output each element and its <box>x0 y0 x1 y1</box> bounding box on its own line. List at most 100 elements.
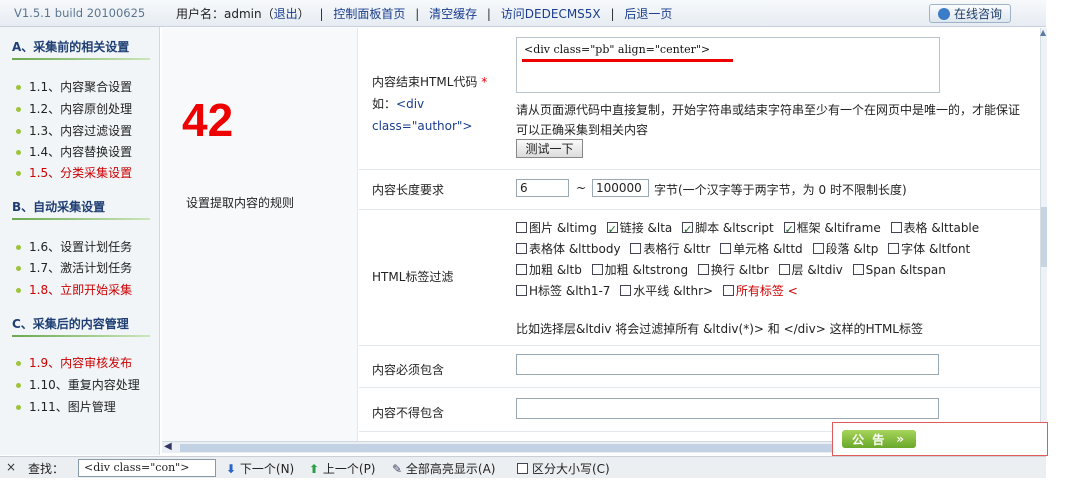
end-code-label: 内容结束HTML代码 <box>372 75 478 89</box>
checkbox-box[interactable] <box>890 222 902 233</box>
close-icon[interactable]: × <box>6 460 16 474</box>
checkbox-box[interactable] <box>720 243 732 254</box>
sidebar-item[interactable]: 1.9、内容审核发布 <box>16 354 132 371</box>
checkbox-box[interactable] <box>722 285 734 296</box>
checkbox-box[interactable] <box>630 243 642 254</box>
html-tag-label: 加粗 &ltstrong <box>604 263 689 277</box>
rule-label-column: 42 设置提取内容的规则 <box>162 28 358 441</box>
sidebar-item[interactable]: 1.6、设置计划任务 <box>16 238 132 255</box>
match-case-checkbox[interactable]: 区分大小写(C) <box>517 460 610 477</box>
find-next-button[interactable]: ⬇ 下一个(N) <box>226 460 294 477</box>
sidebar-item-label: 1.2、内容原创处理 <box>29 102 133 116</box>
sidebar-item[interactable]: 1.5、分类采集设置 <box>16 164 132 181</box>
html-tag-checkbox[interactable]: 字体 &ltfont <box>888 242 970 256</box>
sidebar-section-title: A、采集前的相关设置 <box>12 40 130 54</box>
html-tag-checkbox[interactable]: 链接 &lta <box>606 219 673 240</box>
highlight-all-button[interactable]: ✎ 全部高亮显示(A) <box>392 460 495 477</box>
find-input[interactable]: <div class="con"> <box>78 459 216 477</box>
version-label: V1.5.1 build 20100625 <box>14 6 146 20</box>
checkbox-box[interactable] <box>812 243 824 254</box>
min-length-input[interactable]: 6 <box>516 179 569 197</box>
html-tag-checkbox[interactable]: 段落 &ltp <box>812 242 878 256</box>
find-prev-button[interactable]: ⬆ 上一个(P) <box>309 460 376 477</box>
username-label: 用户名：admin <box>176 7 262 21</box>
html-tag-label: 链接 &lta <box>619 221 673 235</box>
section-divider <box>12 335 150 337</box>
html-tag-checkbox[interactable]: 框架 &ltiframe <box>783 219 881 240</box>
html-tag-checkbox[interactable]: H标签 &lth1-7 <box>516 284 610 298</box>
vertical-scroll-thumb[interactable] <box>1041 207 1047 267</box>
checkbox-box[interactable] <box>516 264 527 275</box>
bullet-icon <box>16 85 21 90</box>
sidebar-item[interactable]: 1.11、图片管理 <box>16 398 116 415</box>
sidebar-item[interactable]: 1.1、内容聚合设置 <box>16 78 132 95</box>
online-consult-button[interactable]: 在线咨询 <box>929 4 1011 23</box>
sidebar-item[interactable]: 1.4、内容替换设置 <box>16 143 132 160</box>
html-tag-checkbox[interactable]: 水平线 &lthr> <box>620 284 713 298</box>
checkbox-box[interactable] <box>697 264 709 275</box>
chat-icon <box>937 7 950 20</box>
end-code-textarea[interactable]: <div class="pb" align="center"> <box>516 37 940 93</box>
sidebar-item[interactable]: 1.2、内容原创处理 <box>16 100 132 117</box>
html-tag-checkbox[interactable]: 表格 &lttable <box>890 221 979 235</box>
html-tag-label: H标签 &lth1-7 <box>529 284 611 298</box>
html-filter-label: HTML标签过滤 <box>372 270 454 284</box>
html-tag-checkbox[interactable]: 层 &ltdiv <box>778 263 843 277</box>
scroll-left-icon[interactable]: ◀ <box>164 441 172 452</box>
sidebar-item[interactable]: 1.10、重复内容处理 <box>16 376 140 393</box>
html-tag-checkbox[interactable]: 换行 &ltbr <box>697 263 769 277</box>
checkbox-box[interactable] <box>516 243 527 254</box>
nav-dashboard-link[interactable]: 控制面板首页 <box>333 7 405 21</box>
bullet-icon <box>16 171 21 176</box>
checkbox-box[interactable] <box>516 222 527 233</box>
html-tag-checkbox[interactable]: 单元格 &lttd <box>720 242 803 256</box>
checkbox-box[interactable] <box>778 264 790 275</box>
html-tag-label: 水平线 &lthr> <box>633 284 714 298</box>
nav-clear-cache-link[interactable]: 清空缓存 <box>429 7 477 21</box>
checkbox-box[interactable] <box>888 243 900 254</box>
sidebar-item-label: 1.10、重复内容处理 <box>29 378 140 392</box>
checkbox-box[interactable] <box>620 285 632 296</box>
sidebar-item-label: 1.5、分类采集设置 <box>29 166 133 180</box>
sidebar-item[interactable]: 1.8、立即开始采集 <box>16 281 132 298</box>
sidebar-item-label: 1.4、内容替换设置 <box>29 145 133 159</box>
scroll-up-icon[interactable]: ▲ <box>1040 28 1047 42</box>
test-button[interactable]: 测试一下 <box>516 139 583 158</box>
html-tag-checkbox[interactable]: Span &ltspan <box>852 263 946 277</box>
checkbox-box[interactable] <box>591 264 603 275</box>
checkbox-box[interactable] <box>783 219 795 240</box>
must-contain-label: 内容必须包含 <box>372 363 445 377</box>
find-label: 查找： <box>28 462 65 476</box>
html-tag-checkbox[interactable]: 加粗 &ltstrong <box>591 263 689 277</box>
notice-label: 公 告 <box>852 432 887 447</box>
html-tag-checkbox[interactable]: 表格体 &lttbody <box>516 242 621 256</box>
must-contain-input[interactable] <box>516 354 939 375</box>
html-tag-checkbox[interactable]: 加粗 &ltb <box>516 263 582 277</box>
sidebar-item[interactable]: 1.7、激活计划任务 <box>16 259 132 276</box>
html-tag-checkbox[interactable]: 脚本 &ltscript <box>682 219 774 240</box>
html-tag-checkbox[interactable]: 图片 &ltimg <box>516 221 597 235</box>
html-tag-checkbox-group: 图片 &ltimg 链接 &lta 脚本 &ltscript 框架 &ltifr… <box>516 218 1016 302</box>
sidebar-item[interactable]: 1.3、内容过滤设置 <box>16 122 132 139</box>
nav-visit-site-link[interactable]: 访问DEDECMS5X <box>501 7 601 21</box>
html-tag-checkbox[interactable]: 所有标签 < <box>722 284 798 298</box>
must-not-contain-input[interactable] <box>516 398 939 419</box>
html-tag-checkbox[interactable]: 表格行 &lttr <box>630 242 710 256</box>
find-next-label: 下一个(N) <box>239 462 295 476</box>
example-prefix: 如： <box>372 97 397 111</box>
bullet-icon <box>16 129 21 134</box>
notice-button[interactable]: 公 告 » <box>842 430 916 448</box>
nav-back-link[interactable]: 后退一页 <box>624 7 672 21</box>
html-tag-label: 加粗 &ltb <box>529 263 582 277</box>
required-mark: * <box>481 75 488 89</box>
checkbox-box[interactable] <box>852 264 864 275</box>
checkbox-box[interactable] <box>516 285 527 296</box>
checkbox-box[interactable] <box>606 219 618 240</box>
must-not-contain-label: 内容不得包含 <box>372 406 445 420</box>
checkbox-box[interactable] <box>682 219 694 240</box>
length-label: 内容长度要求 <box>372 183 445 197</box>
sidebar-item-label: 1.6、设置计划任务 <box>29 240 133 254</box>
sidebar-item-label: 1.7、激活计划任务 <box>29 261 133 275</box>
logout-link[interactable]: 退出 <box>274 7 298 21</box>
max-length-input[interactable]: 100000 <box>592 179 649 197</box>
